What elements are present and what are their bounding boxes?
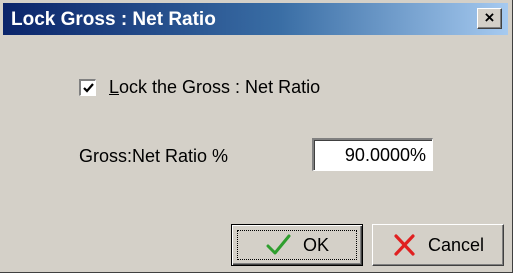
lock-ratio-checkbox[interactable] <box>79 78 96 96</box>
title-bar[interactable]: Lock Gross : Net Ratio × <box>3 3 508 35</box>
cancel-label: Cancel <box>427 234 485 255</box>
checkmark-icon <box>83 82 94 93</box>
close-icon: × <box>484 8 495 27</box>
green-check-icon <box>266 234 291 255</box>
lock-ratio-checkbox-row[interactable]: Lock the Gross : Net Ratio <box>79 76 320 98</box>
ok-label: OK <box>302 234 329 255</box>
red-x-icon <box>394 234 415 256</box>
cancel-button[interactable]: Cancel <box>372 224 504 266</box>
ok-button[interactable]: OK <box>231 224 363 266</box>
gross-net-ratio-input[interactable] <box>312 138 433 171</box>
close-button[interactable]: × <box>477 8 502 29</box>
dialog-title: Lock Gross : Net Ratio <box>11 9 216 30</box>
lock-ratio-label[interactable]: Lock the Gross : Net Ratio <box>109 77 320 98</box>
dialog-window: Lock Gross : Net Ratio × Lock the Gross … <box>0 0 513 273</box>
gross-net-ratio-label: Gross:Net Ratio % <box>79 146 229 166</box>
focus-rectangle <box>237 230 357 260</box>
